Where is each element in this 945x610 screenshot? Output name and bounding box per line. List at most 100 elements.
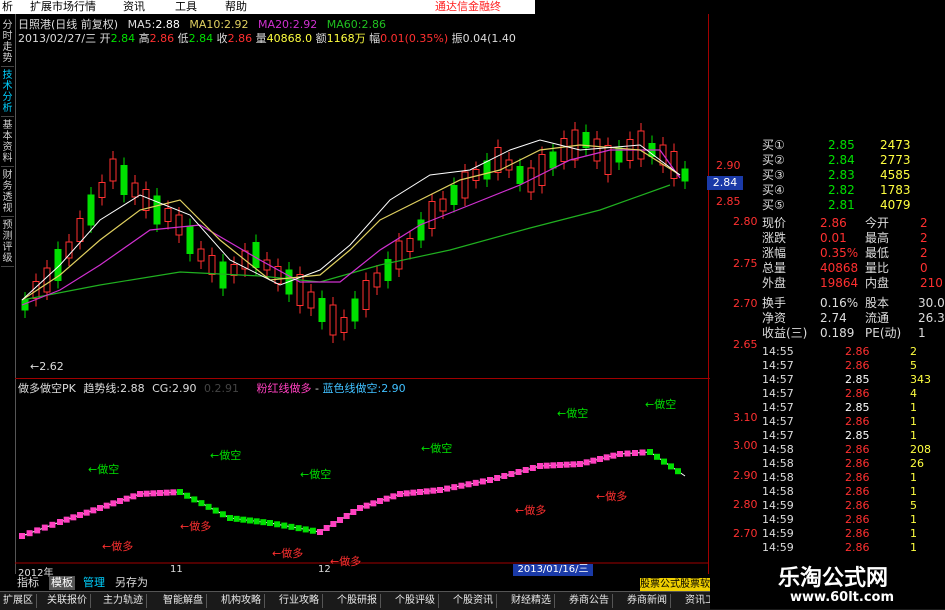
tab-template[interactable]: 模板 <box>49 576 75 590</box>
stat-label: 现价 <box>762 216 787 230</box>
indicator-dot <box>295 525 302 532</box>
toolbar-item[interactable]: 券商新闻 <box>624 594 671 608</box>
toolbar-item[interactable]: 关联报价 <box>44 594 91 608</box>
bid-volume: 4585 <box>880 168 911 182</box>
stat-label: 涨跌 <box>762 231 787 245</box>
indicator-dot <box>247 517 253 524</box>
stat-label: 换手 <box>762 296 787 310</box>
indicator-dot <box>219 511 226 518</box>
stat-label: 最低 <box>865 246 890 260</box>
toolbar-item[interactable]: 个股资讯 <box>450 594 497 608</box>
tick-price: 2.86 <box>845 345 870 358</box>
tick-row: 14:58 2.86 208 <box>760 443 945 457</box>
indicator-dot <box>97 505 103 511</box>
indicator-dot <box>537 463 543 469</box>
candle-body <box>153 195 161 225</box>
candle-body <box>417 219 425 241</box>
indicator-dot <box>522 467 529 473</box>
candle-body <box>208 255 216 275</box>
tick-time: 14:57 <box>762 359 794 372</box>
buy-signal: ←做多 <box>596 490 628 503</box>
toolbar-item[interactable]: 扩展区 <box>0 594 37 608</box>
tick-price: 2.85 <box>845 429 870 442</box>
indicator-dot <box>34 527 41 534</box>
date-dec: 12 <box>318 564 331 575</box>
indicator-header: 做多做空PK 趋势线:2.88 CG:2.90 0.2.91 粉红线做多 - 蓝… <box>18 382 406 395</box>
ma5-line <box>21 139 681 301</box>
stat-label: 净资 <box>762 311 787 325</box>
faded-value: 0.2.91 <box>204 382 239 395</box>
toolbar-item[interactable]: 机构攻略 <box>218 594 265 608</box>
candle-body <box>406 238 414 252</box>
current-price-tag: 2.84 <box>707 176 743 190</box>
stat-label: 内盘 <box>865 276 890 290</box>
tick-row: 14:58 2.86 1 <box>760 471 945 485</box>
indicator-dot <box>150 490 157 497</box>
tick-row: 14:57 2.85 343 <box>760 373 945 387</box>
toolbar-item[interactable]: 券商公告 <box>566 594 613 608</box>
tab-manage[interactable]: 管理 <box>81 576 107 590</box>
candle-body <box>681 168 689 182</box>
stat-label: 量比 <box>865 261 890 275</box>
stat-row: 涨跌 0.01 最高 2 <box>760 231 945 246</box>
indicator-dot <box>240 516 247 523</box>
stat-value: 40868 <box>820 261 859 275</box>
candle-body <box>175 214 183 236</box>
indicator-dot <box>515 469 522 475</box>
indicator-dot <box>260 519 267 526</box>
toolbar-item[interactable]: 行业攻略 <box>276 594 323 608</box>
indicator-dot <box>274 521 281 528</box>
toolbar-item[interactable]: 个股评级 <box>392 594 439 608</box>
stat-value: 1 <box>918 326 926 340</box>
candle-body <box>340 317 348 333</box>
trend-value: 2.88 <box>120 382 145 395</box>
tick-row: 14:58 2.86 1 <box>760 485 945 499</box>
toolbar-item[interactable]: 财经精选 <box>508 594 555 608</box>
tick-price: 2.85 <box>845 373 870 386</box>
sell-signal: ←做空 <box>210 449 242 462</box>
stat-label: 涨幅 <box>762 246 787 260</box>
indicator-dot <box>583 459 590 466</box>
indicator-dot <box>639 449 646 456</box>
indicator-dot <box>487 477 493 483</box>
indicator-dot <box>309 527 316 534</box>
indicator-dot <box>577 461 583 467</box>
indicator-dot <box>253 518 260 525</box>
toolbar-item[interactable]: 主力轨迹 <box>100 594 147 608</box>
tick-row: 14:57 2.86 4 <box>760 387 945 401</box>
tick-price: 2.85 <box>845 401 870 414</box>
tab-save-as[interactable]: 另存为 <box>113 576 150 590</box>
indicator-dot <box>57 519 63 525</box>
candle-body <box>296 274 304 306</box>
stat-row: 收益(三) 0.189 PE(动) 1 <box>760 326 945 341</box>
indicator-dot <box>49 521 56 528</box>
candle-body <box>593 138 601 162</box>
candle-body <box>307 291 315 309</box>
stat-value: 2.86 <box>820 216 847 230</box>
buy-signal: ←做多 <box>272 547 304 560</box>
indicator-dot <box>597 456 603 462</box>
candle-body <box>43 267 51 293</box>
indicator-dot <box>563 461 570 468</box>
tick-time: 14:58 <box>762 471 794 484</box>
candle-body <box>131 182 139 198</box>
low-marker: ←2.62 <box>30 360 64 373</box>
bid-label: 买② <box>762 153 785 167</box>
indicator-dot <box>403 490 410 497</box>
indicator-dot <box>83 509 90 516</box>
tick-time: 14:58 <box>762 443 794 456</box>
toolbar-item[interactable]: 智能解盘 <box>160 594 207 608</box>
indicator-dot <box>337 517 343 523</box>
indicator-dot <box>632 450 638 456</box>
indicator-dot <box>501 473 508 479</box>
tick-row: 14:58 2.86 26 <box>760 457 945 471</box>
watermark-url: www.60lt.com <box>790 590 895 605</box>
tick-volume: 1 <box>910 429 917 442</box>
indicator-dot <box>170 489 177 496</box>
tick-volume: 2 <box>910 345 917 358</box>
tab-indicator[interactable]: 指标 <box>15 576 41 590</box>
indicator-dot <box>130 493 137 500</box>
indicator-dot <box>430 487 437 494</box>
toolbar-item[interactable]: 个股研报 <box>334 594 381 608</box>
candle-body <box>76 218 84 242</box>
